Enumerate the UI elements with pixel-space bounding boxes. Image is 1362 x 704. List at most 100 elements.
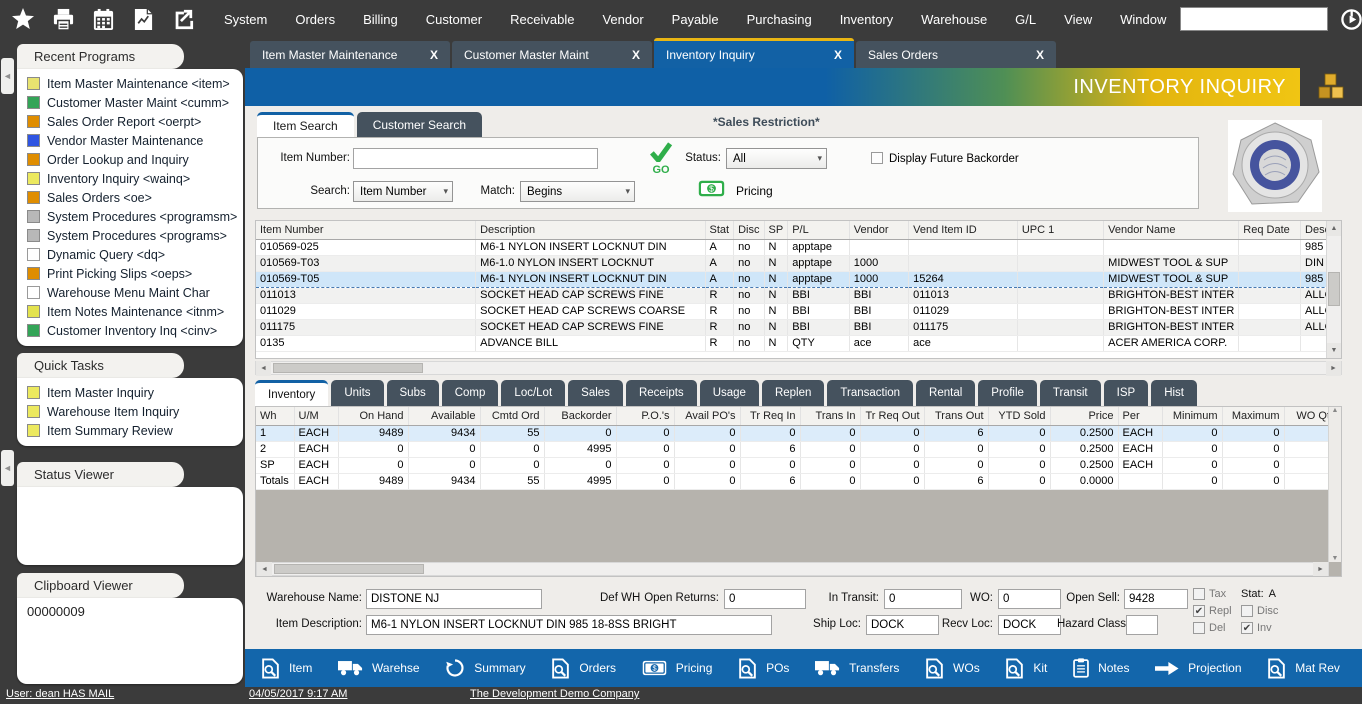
tab-usage[interactable]: Usage — [700, 380, 759, 406]
scroll-right-icon[interactable]: ► — [1326, 361, 1341, 376]
close-icon[interactable]: X — [430, 48, 438, 62]
menu-window[interactable]: Window — [1106, 12, 1180, 27]
column-header-avail-po-s[interactable]: Avail PO's — [674, 407, 740, 425]
tab-item-search[interactable]: Item Search — [257, 112, 354, 137]
tab-inventory-inquiry[interactable]: Inventory InquiryX — [654, 38, 854, 68]
menubar-search-input[interactable] — [1180, 7, 1328, 31]
toolbar-item[interactable]: Item — [261, 658, 312, 679]
tab-profile[interactable]: Profile — [978, 380, 1037, 406]
star-icon[interactable] — [10, 6, 36, 32]
tab-transaction[interactable]: Transaction — [827, 380, 913, 406]
status-select[interactable]: All ▾ — [726, 148, 827, 169]
sidebar-item-warehouse-menu-maint-char[interactable]: Warehouse Menu Maint Char — [17, 283, 243, 302]
column-header-ytd-sold[interactable]: YTD Sold — [988, 407, 1050, 425]
column-header-wh[interactable]: Wh — [256, 407, 294, 425]
menu-view[interactable]: View — [1050, 12, 1106, 27]
report-icon[interactable] — [130, 6, 156, 32]
column-header-description[interactable]: Description — [476, 221, 705, 239]
menu-g-l[interactable]: G/L — [1001, 12, 1050, 27]
close-icon[interactable]: X — [632, 48, 640, 62]
item-row[interactable]: 010569-T05M6-1 NYLON INSERT LOCKNUT DINA… — [256, 271, 1341, 287]
scrollbar-track[interactable] — [1327, 236, 1341, 343]
scroll-up-icon[interactable]: ▲ — [1327, 221, 1342, 236]
column-header-tr-req-in[interactable]: Tr Req In — [740, 407, 800, 425]
ship-loc-field[interactable] — [866, 615, 939, 635]
open-returns-field[interactable] — [724, 589, 806, 609]
tab-sales[interactable]: Sales — [568, 380, 623, 406]
column-header-vend-item-id[interactable]: Vend Item ID — [909, 221, 1018, 239]
scroll-up-icon[interactable]: ▲ — [1332, 407, 1339, 414]
column-header-p-l[interactable]: P/L — [788, 221, 850, 239]
wo-field[interactable] — [998, 589, 1061, 609]
menu-payable[interactable]: Payable — [658, 12, 733, 27]
sidebar-item-item-master-inquiry[interactable]: Item Master Inquiry — [17, 383, 243, 402]
warehouse-row[interactable]: 2EACH000499500600000.2500EACH000 — [256, 441, 1340, 457]
toolbar-transfers[interactable]: Transfers — [815, 660, 899, 676]
hazard-class-field[interactable] — [1126, 615, 1158, 635]
toolbar-orders[interactable]: Orders — [551, 658, 616, 679]
toolbar-mat-rev[interactable]: Mat Rev — [1267, 658, 1340, 679]
scrollbar-thumb[interactable] — [274, 564, 424, 574]
sidebar-item-dynamic-query-dq[interactable]: Dynamic Query <dq> — [17, 245, 243, 264]
tab-rental[interactable]: Rental — [916, 380, 975, 406]
checkbox-tax[interactable]: Tax — [1193, 587, 1232, 601]
column-header-available[interactable]: Available — [408, 407, 480, 425]
scrollbar-thumb[interactable] — [273, 363, 423, 373]
sidebar-item-item-notes-maintenance-itnm[interactable]: Item Notes Maintenance <itnm> — [17, 302, 243, 321]
checkbox-inv[interactable]: ✔Inv — [1241, 621, 1278, 635]
tab-receipts[interactable]: Receipts — [626, 380, 697, 406]
column-header-sp[interactable]: SP — [764, 221, 788, 239]
column-header-item-number[interactable]: Item Number — [256, 221, 476, 239]
column-header-req-date[interactable]: Req Date — [1239, 221, 1301, 239]
column-header-trans-out[interactable]: Trans Out — [924, 407, 988, 425]
sidebar-item-sales-orders-oe[interactable]: Sales Orders <oe> — [17, 188, 243, 207]
item-row[interactable]: 011029SOCKET HEAD CAP SCREWS COARSERnoNB… — [256, 303, 1341, 319]
sidebar-item-system-procedures-programsm[interactable]: System Procedures <programsm> — [17, 207, 243, 226]
sidebar-item-sales-order-report-oerpt[interactable]: Sales Order Report <oerpt> — [17, 112, 243, 131]
item-row[interactable]: 010569-025M6-1 NYLON INSERT LOCKNUT DINA… — [256, 239, 1341, 255]
sidebar-item-customer-inventory-inq-cinv[interactable]: Customer Inventory Inq <cinv> — [17, 321, 243, 340]
menu-receivable[interactable]: Receivable — [496, 12, 588, 27]
column-header-minimum[interactable]: Minimum — [1162, 407, 1222, 425]
menu-warehouse[interactable]: Warehouse — [907, 12, 1001, 27]
column-header-p-o-s[interactable]: P.O.'s — [616, 407, 674, 425]
sidebar-collapse-button[interactable]: ◄ — [1, 58, 14, 94]
item-row[interactable]: 010569-T03M6-1.0 NYLON INSERT LOCKNUTAno… — [256, 255, 1341, 271]
close-icon[interactable]: X — [834, 48, 842, 62]
menu-orders[interactable]: Orders — [281, 12, 349, 27]
inventory-horizontal-scrollbar[interactable]: ◄ ► — [256, 562, 1329, 576]
column-header-maximum[interactable]: Maximum — [1222, 407, 1284, 425]
tab-subs[interactable]: Subs — [387, 380, 439, 406]
menu-customer[interactable]: Customer — [412, 12, 496, 27]
toolbar-projection[interactable]: Projection — [1155, 661, 1241, 676]
column-header-stat[interactable]: Stat — [705, 221, 734, 239]
sidebar-item-order-lookup-and-inquiry[interactable]: Order Lookup and Inquiry — [17, 150, 243, 169]
menu-vendor[interactable]: Vendor — [588, 12, 657, 27]
inventory-vertical-scrollbar[interactable]: ▲ ▼ — [1328, 407, 1341, 562]
column-header-trans-in[interactable]: Trans In — [800, 407, 860, 425]
open-sell-field[interactable] — [1124, 589, 1188, 609]
display-future-backorder-checkbox[interactable] — [871, 152, 883, 164]
checkbox-del[interactable]: Del — [1193, 621, 1232, 635]
column-header-vendor-name[interactable]: Vendor Name — [1104, 221, 1239, 239]
scroll-left-icon[interactable]: ◄ — [257, 562, 272, 577]
tab-loc-lot[interactable]: Loc/Lot — [501, 380, 565, 406]
calendar-icon[interactable] — [90, 6, 116, 32]
close-icon[interactable]: X — [1036, 48, 1044, 62]
scroll-down-icon[interactable]: ▼ — [1332, 555, 1339, 562]
item-row[interactable]: 011175SOCKET HEAD CAP SCREWS FINERnoNBBI… — [256, 319, 1341, 335]
search-by-select[interactable]: Item Number ▾ — [353, 181, 453, 202]
checkbox-repl[interactable]: ✔Repl — [1193, 604, 1232, 618]
tab-isp[interactable]: ISP — [1104, 380, 1149, 406]
column-header-vendor[interactable]: Vendor — [849, 221, 908, 239]
sidebar-item-item-master-maintenance-item[interactable]: Item Master Maintenance <item> — [17, 74, 243, 93]
item-number-input[interactable] — [353, 148, 598, 169]
menu-billing[interactable]: Billing — [349, 12, 412, 27]
tab-customer-search[interactable]: Customer Search — [357, 112, 482, 137]
warehouse-row[interactable]: 1EACH9489943455000000600.2500EACH000 — [256, 425, 1340, 441]
column-header-per[interactable]: Per — [1118, 407, 1162, 425]
sidebar-item-item-summary-review[interactable]: Item Summary Review — [17, 421, 243, 440]
power-icon[interactable] — [1328, 8, 1362, 31]
toolbar-notes[interactable]: Notes — [1073, 658, 1129, 678]
toolbar-summary[interactable]: Summary — [445, 658, 525, 678]
